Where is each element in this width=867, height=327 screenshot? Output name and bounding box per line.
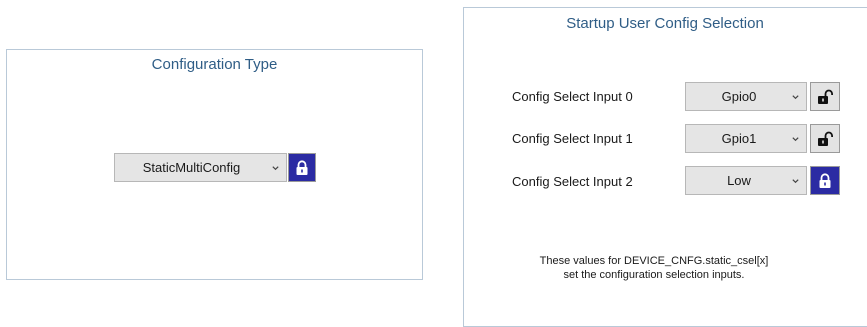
config-select-input-2-lock-button[interactable] [810,166,840,195]
chevron-down-icon [792,136,799,141]
config-select-input-0-select[interactable]: Gpio0 [685,82,807,111]
chevron-down-icon [792,94,799,99]
config-select-input-1-lock-button[interactable] [810,124,840,153]
config-select-input-0-label: Config Select Input 0 [512,89,633,104]
lock-closed-icon [819,172,831,188]
lock-closed-icon [296,159,308,175]
config-selection-note-line-1: These values for DEVICE_CNFG.static_csel… [539,255,769,267]
config-select-input-2-value: Low [727,173,751,188]
config-select-input-2-label: Config Select Input 2 [512,174,633,189]
config-select-input-1-label: Config Select Input 1 [512,131,633,146]
lock-open-icon [818,89,833,104]
configuration-type-select[interactable]: StaticMultiConfig [114,153,287,182]
config-select-input-2-select[interactable]: Low [685,166,807,195]
configuration-type-select-value: StaticMultiConfig [142,160,241,175]
lock-open-icon [818,131,833,146]
startup-user-config-title: Startup User Config Selection [566,15,764,32]
configuration-type-lock-button[interactable] [288,153,316,182]
chevron-down-icon [272,165,279,170]
config-select-input-1-value: Gpio1 [721,131,757,146]
config-selection-note: These values for DEVICE_CNFG.static_csel… [504,254,804,282]
config-selection-note-line-2: set the configuration selection inputs. [563,269,745,281]
config-select-input-0-lock-button[interactable] [810,82,840,111]
startup-user-config-panel: Startup User Config Selection Config Sel… [463,7,867,327]
config-select-input-0-value: Gpio0 [721,89,757,104]
configuration-type-panel: Configuration Type StaticMultiConfig [6,49,423,280]
configuration-type-title: Configuration Type [151,56,278,73]
chevron-down-icon [792,178,799,183]
config-select-input-1-select[interactable]: Gpio1 [685,124,807,153]
